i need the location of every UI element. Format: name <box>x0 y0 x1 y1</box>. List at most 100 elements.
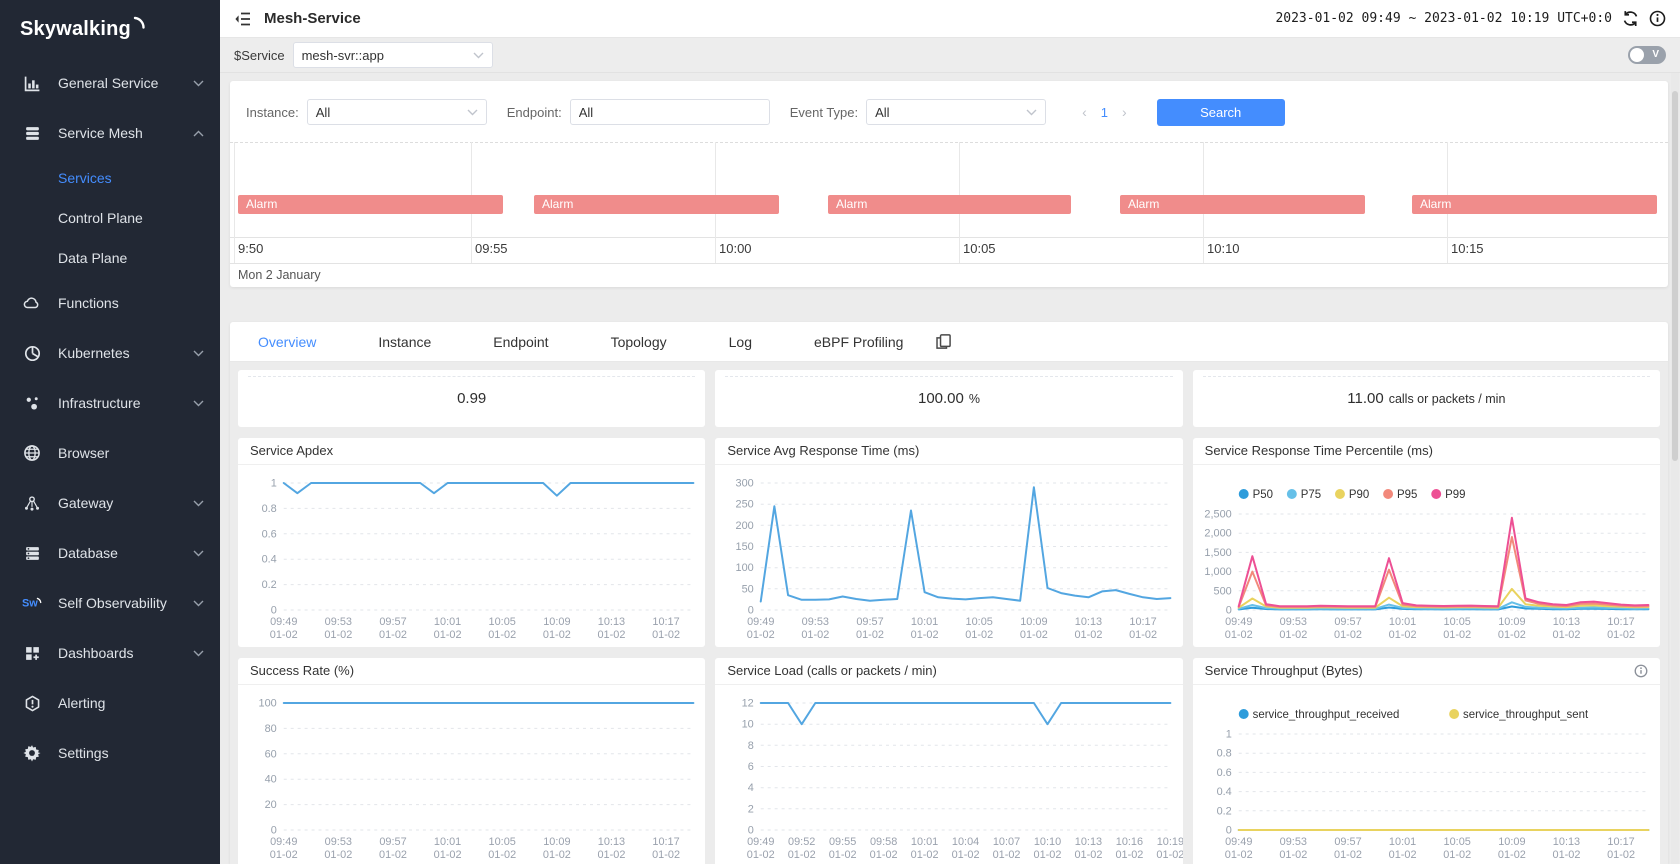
chart-title: Success Rate (%) <box>250 658 354 684</box>
chart-title-bar: Service Load (calls or packets / min) <box>715 658 1182 685</box>
svg-text:0: 0 <box>1225 604 1231 616</box>
info-icon[interactable] <box>1649 10 1666 27</box>
logo-swoosh-icon <box>133 15 146 31</box>
chart-title-bar: Success Rate (%) <box>238 658 705 685</box>
alarm-event-bar[interactable]: Alarm <box>828 195 1071 214</box>
vertical-scrollbar[interactable] <box>1671 73 1679 864</box>
svg-text:01-02: 01-02 <box>911 849 939 861</box>
tab-instance[interactable]: Instance <box>378 334 431 350</box>
copy-dashboard-icon[interactable] <box>935 333 952 350</box>
sidebar-item-settings[interactable]: Settings <box>0 728 220 778</box>
service-select[interactable]: mesh-svr::app <box>293 42 493 68</box>
svg-text:10:17: 10:17 <box>1607 616 1634 628</box>
page-title: Mesh-Service <box>264 10 361 27</box>
grid-plus-icon <box>22 643 42 663</box>
svg-text:09:49: 09:49 <box>1225 616 1252 628</box>
svg-text:01-02: 01-02 <box>1157 849 1183 861</box>
event-panel: Instance: All Endpoint: Event Type: All … <box>230 81 1668 287</box>
chart-info-icon[interactable] <box>1634 664 1648 678</box>
sidebar-item-services[interactable]: Services <box>0 158 220 198</box>
endpoint-filter-label: Endpoint: <box>507 105 562 120</box>
tab-ebpf-profiling[interactable]: eBPF Profiling <box>814 334 903 350</box>
timeline-tick-label: 09:55 <box>475 241 508 256</box>
svg-text:09:52: 09:52 <box>788 836 815 848</box>
svg-text:0.8: 0.8 <box>262 503 277 515</box>
database-icon <box>22 543 42 563</box>
event-type-select[interactable]: All <box>866 99 1046 125</box>
version-toggle[interactable]: V <box>1628 46 1666 64</box>
timeline-tick-label: 10:00 <box>719 241 752 256</box>
svg-text:0: 0 <box>748 604 754 616</box>
svg-text:01-02: 01-02 <box>966 629 994 641</box>
time-range: 2023-01-02 09:49 ~ 2023-01-02 10:19 UTC+… <box>1275 11 1612 26</box>
svg-text:01-02: 01-02 <box>270 629 298 641</box>
svg-text:01-02: 01-02 <box>1552 849 1580 861</box>
svg-text:10:16: 10:16 <box>1116 836 1143 848</box>
sidebar-item-general-service[interactable]: General Service <box>0 58 220 108</box>
chart-card-service-response-time-percentile-ms: Service Response Time Percentile (ms)2,5… <box>1193 438 1660 647</box>
sidebar-item-label: Control Plane <box>58 210 204 226</box>
sidebar-item-self-observability[interactable]: SwSelf Observability <box>0 578 220 628</box>
event-filter-row: Instance: All Endpoint: Event Type: All … <box>246 98 1652 126</box>
sidebar-collapse-icon[interactable] <box>234 11 252 27</box>
svg-text:10:01: 10:01 <box>1389 836 1416 848</box>
svg-text:01-02: 01-02 <box>1498 849 1526 861</box>
alarm-event-bar[interactable]: Alarm <box>238 195 503 214</box>
chart-plot-service-load-calls-or-packets-min: 12108642009:4901-0209:5201-0209:5501-020… <box>715 685 1182 864</box>
alarm-event-bar[interactable]: Alarm <box>534 195 779 214</box>
chart-card-success-rate: Success Rate (%)10080604020009:4901-0209… <box>238 658 705 864</box>
sidebar-item-dashboards[interactable]: Dashboards <box>0 628 220 678</box>
svg-text:1,500: 1,500 <box>1204 547 1231 559</box>
alarm-event-bar[interactable]: Alarm <box>1120 195 1365 214</box>
sidebar-item-control-plane[interactable]: Control Plane <box>0 198 220 238</box>
timeline-date-label: Mon 2 January <box>238 268 321 282</box>
sidebar-nav: General ServiceService MeshServices Contr… <box>0 58 220 778</box>
tab-topology[interactable]: Topology <box>611 334 667 350</box>
svg-text:0.6: 0.6 <box>262 528 277 540</box>
instance-filter-label: Instance: <box>246 105 299 120</box>
timeline-tick-label: 10:15 <box>1451 241 1484 256</box>
sidebar-item-label: Browser <box>58 445 204 461</box>
search-button[interactable]: Search <box>1157 99 1285 126</box>
sidebar-item-kubernetes[interactable]: Kubernetes <box>0 328 220 378</box>
scrollbar-thumb[interactable] <box>1672 91 1678 461</box>
sidebar-item-label: Settings <box>58 745 204 761</box>
alarm-event-bar[interactable]: Alarm <box>1412 195 1657 214</box>
sidebar-item-database[interactable]: Database <box>0 528 220 578</box>
svg-text:0: 0 <box>1225 824 1231 836</box>
sidebar-item-infrastructure[interactable]: Infrastructure <box>0 378 220 428</box>
timeline-gridline <box>234 142 235 263</box>
sidebar-item-functions[interactable]: Functions <box>0 278 220 328</box>
metric-value: 0.99 <box>457 390 486 407</box>
svg-text:01-02: 01-02 <box>1388 629 1416 641</box>
svg-text:09:53: 09:53 <box>1279 836 1306 848</box>
sidebar-item-gateway[interactable]: Gateway <box>0 478 220 528</box>
svg-text:09:57: 09:57 <box>379 616 406 628</box>
tab-overview[interactable]: Overview <box>258 334 316 350</box>
svg-text:01-02: 01-02 <box>543 629 571 641</box>
timeline-tick-label: 10:05 <box>963 241 996 256</box>
sidebar-item-data-plane[interactable]: Data Plane <box>0 238 220 278</box>
endpoint-input[interactable] <box>570 99 770 125</box>
svg-text:P99: P99 <box>1445 489 1465 501</box>
svg-text:09:55: 09:55 <box>829 836 856 848</box>
current-page[interactable]: 1 <box>1101 105 1108 120</box>
sidebar-item-service-mesh[interactable]: Service Mesh <box>0 108 220 158</box>
prev-page-button[interactable]: ‹ <box>1082 104 1087 120</box>
sidebar-item-alerting[interactable]: Alerting <box>0 678 220 728</box>
refresh-icon[interactable] <box>1622 10 1639 27</box>
next-page-button[interactable]: › <box>1122 104 1127 120</box>
skywalking-logo: Skywalking <box>0 0 220 58</box>
svg-text:6: 6 <box>748 761 754 773</box>
svg-text:01-02: 01-02 <box>1020 629 1048 641</box>
svg-text:09:49: 09:49 <box>270 836 297 848</box>
tab-endpoint[interactable]: Endpoint <box>493 334 548 350</box>
svg-text:10:04: 10:04 <box>952 836 979 848</box>
tab-log[interactable]: Log <box>729 334 752 350</box>
cloud-icon <box>22 293 42 313</box>
chart-card-service-apdex: Service Apdex10.80.60.40.2009:4901-0209:… <box>238 438 705 647</box>
instance-select[interactable]: All <box>307 99 487 125</box>
sidebar-item-browser[interactable]: Browser <box>0 428 220 478</box>
svg-text:0.4: 0.4 <box>1216 786 1231 798</box>
chart-title: Service Throughput (Bytes) <box>1205 658 1363 684</box>
